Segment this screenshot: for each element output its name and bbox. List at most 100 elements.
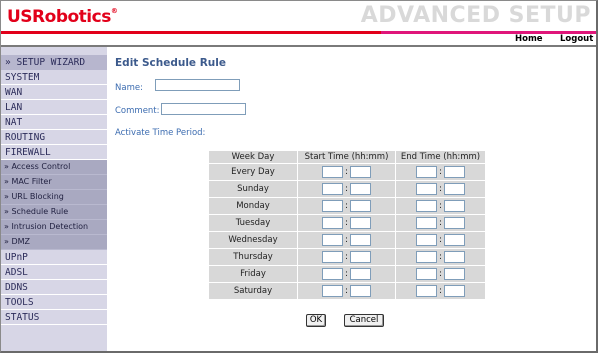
- end-time-cell: :: [395, 180, 486, 198]
- browser-frame: USRobotics® ADVANCED SETUP Home Logout »…: [0, 0, 598, 353]
- end-time-cell: :: [395, 163, 486, 181]
- time-separator: :: [344, 218, 349, 228]
- end-time-cell: :: [395, 197, 486, 215]
- end-hour-input[interactable]: [416, 285, 437, 297]
- top-nav-bar: [1, 34, 596, 45]
- table-row: Thursday::: [208, 248, 486, 266]
- start-minute-input[interactable]: [350, 251, 371, 263]
- start-hour-input[interactable]: [322, 166, 343, 178]
- end-minute-input[interactable]: [444, 166, 465, 178]
- week-day-cell: Every Day: [208, 163, 298, 181]
- end-time-cell: :: [395, 231, 486, 249]
- start-minute-input[interactable]: [350, 285, 371, 297]
- sidebar-item-adsl[interactable]: ADSL: [1, 265, 107, 280]
- week-day-cell: Wednesday: [208, 231, 298, 249]
- time-separator: :: [344, 252, 349, 262]
- sidebar-subitem-access-control[interactable]: » Access Control: [1, 160, 107, 175]
- end-minute-input[interactable]: [444, 183, 465, 195]
- start-time-cell: :: [297, 265, 396, 283]
- sidebar-item-setup-wizard[interactable]: » SETUP WIZARD: [1, 55, 107, 70]
- time-separator: :: [438, 235, 443, 245]
- end-hour-input[interactable]: [416, 217, 437, 229]
- name-label: Name:: [115, 83, 143, 93]
- end-minute-input[interactable]: [444, 217, 465, 229]
- sidebar-item-upnp[interactable]: UPnP: [1, 250, 107, 265]
- time-separator: :: [344, 201, 349, 211]
- sidebar-item-lan[interactable]: LAN: [1, 100, 107, 115]
- sidebar-subitem-url-blocking[interactable]: » URL Blocking: [1, 190, 107, 205]
- table-row: Every Day::: [208, 163, 486, 181]
- sidebar-item-nat[interactable]: NAT: [1, 115, 107, 130]
- start-hour-input[interactable]: [322, 285, 343, 297]
- activate-time-period-label: Activate Time Period:: [115, 128, 206, 138]
- end-minute-input[interactable]: [444, 285, 465, 297]
- name-input[interactable]: [155, 79, 240, 91]
- start-hour-input[interactable]: [322, 268, 343, 280]
- sidebar-item-tools[interactable]: TOOLS: [1, 295, 107, 310]
- sidebar-subitem-schedule-rule[interactable]: » Schedule Rule: [1, 205, 107, 220]
- end-minute-input[interactable]: [444, 234, 465, 246]
- cancel-button[interactable]: Cancel: [344, 314, 384, 327]
- start-minute-input[interactable]: [350, 268, 371, 280]
- end-minute-input[interactable]: [444, 268, 465, 280]
- start-minute-input[interactable]: [350, 217, 371, 229]
- time-separator: :: [438, 269, 443, 279]
- end-minute-input[interactable]: [444, 200, 465, 212]
- table-row: Wednesday::: [208, 231, 486, 249]
- time-separator: :: [438, 167, 443, 177]
- start-time-cell: :: [297, 214, 396, 232]
- comment-input[interactable]: [161, 103, 246, 115]
- end-hour-input[interactable]: [416, 166, 437, 178]
- sidebar-subitem-mac-filter[interactable]: » MAC Filter: [1, 175, 107, 190]
- logo-text: USRobotics: [7, 7, 111, 27]
- ok-button[interactable]: OK: [306, 314, 326, 327]
- sidebar-item-firewall[interactable]: FIREWALL: [1, 145, 107, 160]
- time-separator: :: [344, 286, 349, 296]
- table-row: Sunday::: [208, 180, 486, 198]
- start-hour-input[interactable]: [322, 200, 343, 212]
- sidebar-item-status[interactable]: STATUS: [1, 310, 107, 325]
- start-minute-input[interactable]: [350, 234, 371, 246]
- end-time-cell: :: [395, 214, 486, 232]
- end-hour-input[interactable]: [416, 268, 437, 280]
- start-hour-input[interactable]: [322, 251, 343, 263]
- start-hour-input[interactable]: [322, 217, 343, 229]
- header: USRobotics® ADVANCED SETUP: [1, 1, 596, 31]
- week-day-cell: Saturday: [208, 282, 298, 300]
- column-header-end-time: End Time (hh:mm): [395, 150, 486, 164]
- end-hour-input[interactable]: [416, 251, 437, 263]
- schedule-header-row: Week Day Start Time (hh:mm) End Time (hh…: [208, 150, 486, 164]
- sidebar-item-system[interactable]: SYSTEM: [1, 70, 107, 85]
- end-hour-input[interactable]: [416, 183, 437, 195]
- start-minute-input[interactable]: [350, 183, 371, 195]
- start-time-cell: :: [297, 231, 396, 249]
- logout-link[interactable]: Logout: [560, 34, 593, 44]
- sidebar-subitem-dmz[interactable]: » DMZ: [1, 235, 107, 250]
- time-separator: :: [438, 184, 443, 194]
- table-row: Friday::: [208, 265, 486, 283]
- column-header-start-time: Start Time (hh:mm): [297, 150, 396, 164]
- page-title: Edit Schedule Rule: [115, 57, 226, 69]
- home-link[interactable]: Home: [515, 34, 543, 44]
- start-minute-input[interactable]: [350, 200, 371, 212]
- end-minute-input[interactable]: [444, 251, 465, 263]
- sidebar-item-wan[interactable]: WAN: [1, 85, 107, 100]
- table-row: Monday::: [208, 197, 486, 215]
- time-separator: :: [344, 269, 349, 279]
- start-time-cell: :: [297, 197, 396, 215]
- week-day-cell: Thursday: [208, 248, 298, 266]
- time-separator: :: [438, 252, 443, 262]
- start-hour-input[interactable]: [322, 234, 343, 246]
- end-hour-input[interactable]: [416, 234, 437, 246]
- end-time-cell: :: [395, 248, 486, 266]
- sidebar-item-routing[interactable]: ROUTING: [1, 130, 107, 145]
- sidebar-item-ddns[interactable]: DDNS: [1, 280, 107, 295]
- end-time-cell: :: [395, 265, 486, 283]
- start-time-cell: :: [297, 163, 396, 181]
- start-minute-input[interactable]: [350, 166, 371, 178]
- sidebar-subitem-intrusion-detection[interactable]: » Intrusion Detection: [1, 220, 107, 235]
- start-hour-input[interactable]: [322, 183, 343, 195]
- week-day-cell: Monday: [208, 197, 298, 215]
- week-day-cell: Friday: [208, 265, 298, 283]
- end-hour-input[interactable]: [416, 200, 437, 212]
